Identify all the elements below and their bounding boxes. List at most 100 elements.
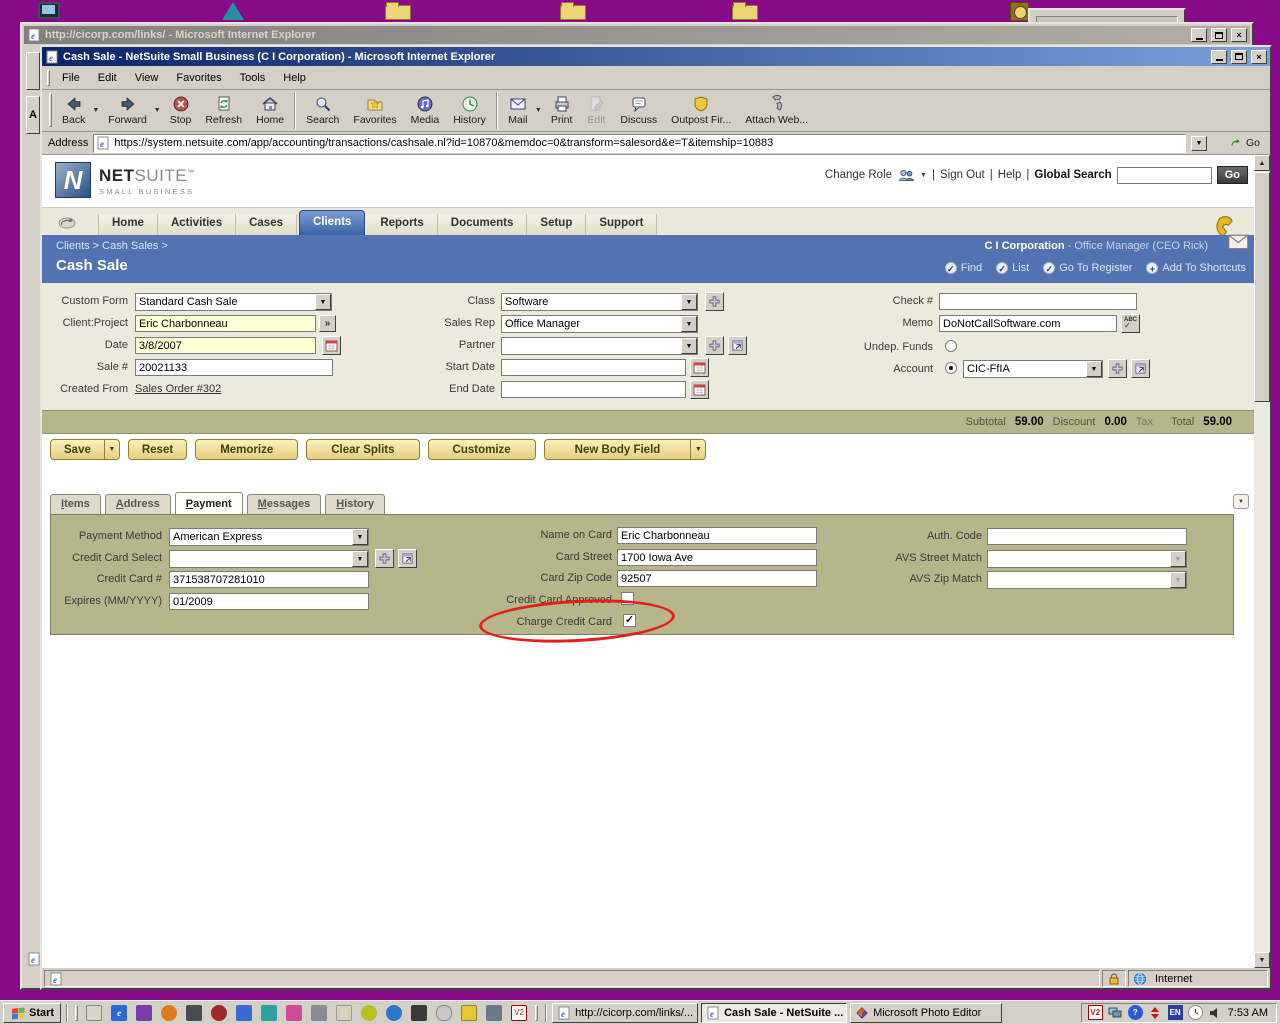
card-zip-input[interactable] <box>617 570 817 587</box>
tray-scheduler-icon[interactable] <box>1188 1005 1203 1020</box>
account-radio[interactable] <box>945 362 957 374</box>
attach-web-button[interactable]: Attach Web... <box>738 90 815 131</box>
home-button[interactable]: Home <box>249 90 291 131</box>
card-street-input[interactable] <box>617 549 817 566</box>
tab-activities[interactable]: Activities <box>158 214 236 235</box>
close-button[interactable]: × <box>1231 28 1247 42</box>
avs-street-match-select[interactable]: ▼ <box>987 550 1187 568</box>
taskbar-task-photo-editor[interactable]: Microsoft Photo Editor <box>850 1003 1002 1023</box>
discuss-button[interactable]: Discuss <box>613 90 664 131</box>
forward-button[interactable]: Forward <box>101 90 154 131</box>
name-on-card-input[interactable] <box>617 527 817 544</box>
outer-titlebar[interactable]: e http://cicorp.com/links/ - Microsoft I… <box>24 26 1250 44</box>
desktop-clock-icon[interactable] <box>1010 2 1029 21</box>
quick-launch-icon-document[interactable] <box>336 1005 352 1021</box>
custom-form-select[interactable]: Standard Cash Sale▼ <box>135 293 332 311</box>
quick-launch-icon-teal-doc[interactable] <box>261 1005 277 1021</box>
quick-launch-icon-internet-explorer[interactable]: e <box>111 1005 127 1021</box>
breadcrumb[interactable]: Clients > Cash Sales > <box>56 240 168 252</box>
refresh-swirl-icon[interactable] <box>54 212 80 232</box>
credit-card-popup-button[interactable] <box>398 549 417 568</box>
change-role-dropdown-arrow[interactable]: ▼ <box>920 172 927 179</box>
mail-dropdown-arrow[interactable]: ▼ <box>535 90 544 131</box>
address-dropdown-arrow[interactable]: ▼ <box>1191 136 1207 151</box>
favorites-button[interactable]: Favorites <box>346 90 403 131</box>
quick-launch-icon-show-desktop[interactable] <box>86 1005 102 1021</box>
stop-button[interactable]: Stop <box>163 90 199 131</box>
start-date-input[interactable] <box>501 359 686 376</box>
clock[interactable]: 7:53 AM <box>1228 1007 1268 1019</box>
memo-input[interactable] <box>939 315 1117 332</box>
client-expand-button[interactable]: » <box>319 315 336 332</box>
print-button[interactable]: Print <box>544 90 580 131</box>
date-input[interactable] <box>135 337 316 354</box>
sale-number-input[interactable] <box>135 359 333 376</box>
credit-card-add-button[interactable] <box>375 549 394 568</box>
go-button[interactable]: Go <box>1225 136 1264 151</box>
partner-popup-button[interactable] <box>728 336 747 355</box>
account-popup-button[interactable] <box>1131 359 1150 378</box>
back-dropdown-arrow[interactable]: ▼ <box>92 90 101 131</box>
help-link[interactable]: Help <box>998 169 1022 181</box>
tray-updown-arrows-icon[interactable] <box>1148 1005 1163 1020</box>
end-date-calendar-button[interactable] <box>690 380 709 399</box>
toolbar-grip[interactable] <box>49 93 52 127</box>
subtab-messages[interactable]: Messages <box>247 494 322 515</box>
menu-help[interactable]: Help <box>274 70 315 86</box>
quick-launch-icon-my-computer[interactable] <box>486 1005 502 1021</box>
menu-file[interactable]: File <box>53 70 89 86</box>
end-date-input[interactable] <box>501 381 686 398</box>
refresh-button[interactable]: Refresh <box>198 90 249 131</box>
tray-volume-icon[interactable] <box>1208 1005 1223 1020</box>
save-dropdown-arrow[interactable]: ▼ <box>104 440 119 459</box>
subtab-address[interactable]: Address <box>105 494 171 515</box>
tab-support[interactable]: Support <box>586 214 657 235</box>
titlebar[interactable]: e Cash Sale - NetSuite Small Business (C… <box>42 47 1270 66</box>
desktop-icon-sail[interactable] <box>222 2 244 20</box>
sign-out-link[interactable]: Sign Out <box>940 169 985 181</box>
quick-launch-icon-photo[interactable] <box>286 1005 302 1021</box>
forward-dropdown-arrow[interactable]: ▼ <box>154 90 163 131</box>
quick-launch-icon-pill[interactable] <box>436 1005 452 1021</box>
global-search-go-button[interactable]: Go <box>1217 166 1248 184</box>
maximize-button[interactable] <box>1211 28 1227 42</box>
subtab-history[interactable]: History <box>325 494 385 515</box>
customize-button[interactable]: Customize <box>428 439 536 460</box>
scrollbar-thumb[interactable] <box>1254 172 1270 402</box>
menu-tools[interactable]: Tools <box>231 70 275 86</box>
date-calendar-button[interactable] <box>322 336 341 355</box>
created-from-link[interactable]: Sales Order #302 <box>135 383 221 395</box>
close-button[interactable]: × <box>1251 50 1267 64</box>
change-role-link[interactable]: Change Role <box>825 169 892 181</box>
menu-view[interactable]: View <box>126 70 168 86</box>
undep-funds-radio[interactable] <box>945 340 957 352</box>
tab-setup[interactable]: Setup <box>527 214 586 235</box>
start-date-calendar-button[interactable] <box>690 358 709 377</box>
tray-network-icon[interactable] <box>1108 1005 1123 1020</box>
change-role-people-icon[interactable] <box>897 168 915 183</box>
quick-launch-icon-camera[interactable] <box>186 1005 202 1021</box>
credit-card-number-input[interactable] <box>169 571 369 588</box>
save-button[interactable]: Save▼ <box>50 439 120 460</box>
sales-rep-select[interactable]: Office Manager▼ <box>501 315 698 333</box>
list-link[interactable]: ✓List <box>996 262 1029 274</box>
account-select[interactable]: CIC-FfIA▼ <box>963 360 1103 378</box>
collapse-subtab-button[interactable]: ▼ <box>1233 494 1249 509</box>
go-to-register-link[interactable]: ✓Go To Register <box>1043 262 1132 274</box>
reset-button[interactable]: Reset <box>128 439 187 460</box>
media-button[interactable]: Media <box>404 90 447 131</box>
tray-antivirus-icon[interactable]: V2 <box>1088 1005 1103 1020</box>
phone-mail-icon[interactable] <box>1212 215 1250 251</box>
client-project-input[interactable] <box>135 315 316 332</box>
desktop-folder-icon[interactable] <box>732 5 758 20</box>
subtab-payment[interactable]: Payment <box>175 492 243 515</box>
desktop-folder-icon[interactable] <box>385 5 411 20</box>
page-scrollbar[interactable]: ▲ ▼ <box>1254 155 1270 968</box>
tray-language-indicator[interactable]: EN <box>1168 1005 1183 1020</box>
credit-card-select[interactable]: ▼ <box>169 550 369 568</box>
tab-reports[interactable]: Reports <box>367 214 437 235</box>
netsuite-logo-icon[interactable]: N <box>55 162 91 198</box>
menu-favorites[interactable]: Favorites <box>167 70 230 86</box>
search-button[interactable]: Search <box>299 90 346 131</box>
quick-launch-icon-messenger[interactable] <box>386 1005 402 1021</box>
